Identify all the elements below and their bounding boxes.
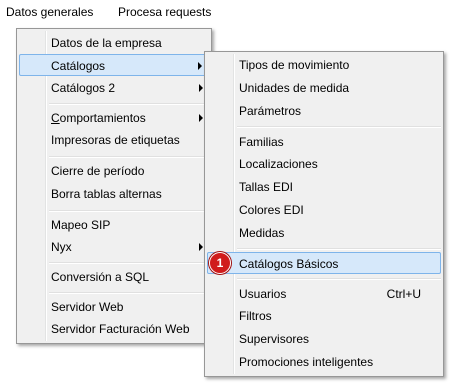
datos-generales-menu: Datos de la empresa Catálogos Catálogos … [16, 28, 212, 344]
label-rest: omportamientos [59, 111, 146, 125]
menu-item-parametros[interactable]: Parámetros [207, 100, 441, 122]
menu-item-cierre-periodo[interactable]: Cierre de período [19, 160, 209, 182]
menu-item-label: Borra tablas alternas [51, 187, 162, 201]
submenu-arrow-icon [199, 84, 203, 92]
menu-item-datos-empresa[interactable]: Datos de la empresa [19, 32, 209, 54]
menu-separator [49, 292, 209, 294]
annotation-number-badge: 1 [209, 252, 231, 274]
menu-item-impresoras-etiquetas[interactable]: Impresoras de etiquetas [19, 129, 209, 151]
menu-item-label: Catálogos 2 [51, 81, 116, 95]
menu-item-label: Supervisores [239, 332, 310, 346]
menu-item-borra-tablas[interactable]: Borra tablas alternas [19, 183, 209, 205]
menu-item-label: Datos de la empresa [51, 36, 162, 50]
menu-item-label: Servidor Web [51, 300, 124, 314]
menu-item-catalogos[interactable]: Catálogos [19, 54, 209, 76]
menu-item-tipos-movimiento[interactable]: Tipos de movimiento [207, 54, 441, 76]
mnemonic-letter: C [51, 111, 60, 125]
menu-item-label: Conversión a SQL [51, 270, 150, 284]
menu-item-catalogos-basicos[interactable]: Catálogos Básicos [207, 252, 441, 274]
menu-item-nyx[interactable]: Nyx [19, 236, 209, 258]
menu-separator [49, 156, 209, 158]
menu-item-label: Promociones inteligentes [239, 355, 374, 369]
menu-item-comportamientos[interactable]: Comportamientos [19, 107, 209, 129]
menu-separator [237, 126, 441, 128]
menu-item-mapeo-sip[interactable]: Mapeo SIP [19, 214, 209, 236]
menu-item-supervisores[interactable]: Supervisores [207, 328, 441, 350]
menu-item-label: Tallas EDI [239, 180, 294, 194]
menu-item-label: Parámetros [239, 104, 302, 118]
menu-item-label: Nyx [51, 240, 72, 254]
menu-item-label: Catálogos [51, 59, 106, 73]
menu-item-label: Tipos de movimiento [239, 58, 350, 72]
menu-item-label: Colores EDI [239, 203, 304, 217]
menu-item-label: Familias [239, 135, 284, 149]
menu-item-label: Impresoras de etiquetas [51, 133, 180, 147]
menu-item-colores-edi[interactable]: Colores EDI [207, 199, 441, 221]
menu-item-label: Servidor Facturación Web [51, 322, 190, 336]
menu-item-familias[interactable]: Familias [207, 131, 441, 153]
menu-separator [237, 248, 441, 250]
submenu-arrow-icon [198, 62, 202, 70]
submenu-arrow-icon [199, 114, 203, 122]
menu-separator [49, 103, 209, 105]
menu-item-label: Catálogos Básicos [239, 257, 339, 271]
menu-item-label: Mapeo SIP [51, 218, 111, 232]
menu-item-label: Medidas [239, 226, 285, 240]
catalogos-submenu: Tipos de movimiento Unidades de medida P… [204, 51, 444, 377]
menu-item-servidor-web[interactable]: Servidor Web [19, 296, 209, 318]
menu-item-label: Cierre de período [51, 164, 145, 178]
menu-separator [49, 262, 209, 264]
menu-item-promociones-inteligentes[interactable]: Promociones inteligentes [207, 351, 441, 373]
menu-bar: Datos generales Procesa requests [0, 0, 458, 24]
menu-item-localizaciones[interactable]: Localizaciones [207, 153, 441, 175]
menu-item-tallas-edi[interactable]: Tallas EDI [207, 176, 441, 198]
menu-item-catalogos-2[interactable]: Catálogos 2 [19, 77, 209, 99]
shortcut-label: Ctrl+U [386, 287, 421, 301]
menu-item-label: Comportamientos [51, 107, 146, 129]
menu-item-label: Unidades de medida [239, 81, 350, 95]
menubar-procesa-requests[interactable]: Procesa requests [116, 4, 213, 20]
menu-item-medidas[interactable]: Medidas [207, 222, 441, 244]
menu-item-label: Usuarios [239, 287, 287, 301]
menu-separator [49, 210, 209, 212]
menu-item-conversion-sql[interactable]: Conversión a SQL [19, 266, 209, 288]
menu-item-usuarios[interactable]: Usuarios Ctrl+U [207, 283, 441, 305]
menu-item-servidor-facturacion-web[interactable]: Servidor Facturación Web [19, 318, 209, 340]
menubar-datos-generales[interactable]: Datos generales [4, 4, 95, 20]
menu-item-label: Filtros [239, 309, 272, 323]
menu-item-unidades-medida[interactable]: Unidades de medida [207, 77, 441, 99]
menu-item-filtros[interactable]: Filtros [207, 305, 441, 327]
menu-item-label: Localizaciones [239, 157, 318, 171]
submenu-arrow-icon [199, 243, 203, 251]
menu-separator [237, 278, 441, 280]
